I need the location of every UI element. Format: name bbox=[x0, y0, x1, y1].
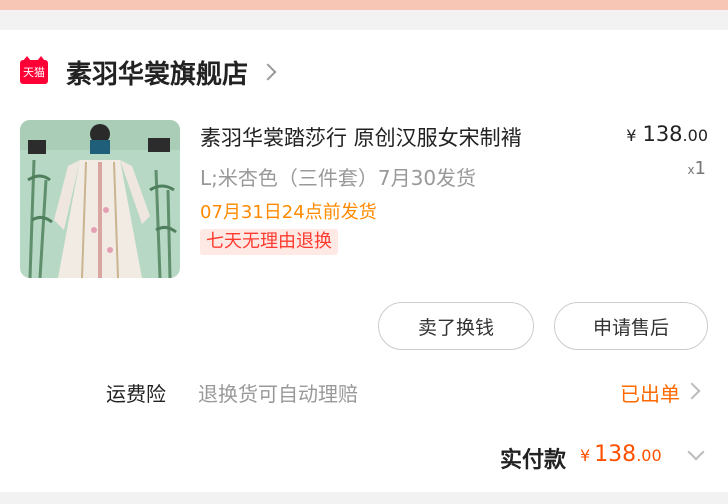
total-payment-row[interactable]: 实付款 ¥138.00 bbox=[0, 438, 728, 478]
total-cents: .00 bbox=[636, 446, 662, 465]
product-title[interactable]: 素羽华裳踏莎行 原创汉服女宋制褙 bbox=[200, 122, 522, 152]
price-main: 138 bbox=[642, 122, 683, 146]
ship-time: 07月31日24点前发货 bbox=[200, 202, 377, 223]
qty-prefix: x bbox=[687, 163, 695, 177]
product-image bbox=[20, 120, 180, 278]
price-currency: ¥ bbox=[626, 126, 637, 145]
product-thumbnail[interactable] bbox=[20, 120, 180, 278]
product-price: ¥138.00 bbox=[626, 122, 708, 146]
sell-for-cash-button[interactable]: 卖了换钱 bbox=[378, 302, 534, 350]
insurance-label: 运费险 bbox=[106, 382, 166, 406]
apply-aftersale-button[interactable]: 申请售后 bbox=[554, 302, 708, 350]
shipping-insurance-row[interactable]: 运费险 退换货可自动理赔 已出单 bbox=[0, 372, 728, 412]
chevron-right-icon[interactable] bbox=[683, 382, 701, 400]
store-header[interactable]: 天猫 素羽华裳旗舰店 bbox=[20, 54, 277, 91]
insurance-status[interactable]: 已出单 bbox=[620, 378, 680, 407]
return-policy-badge: 七天无理由退换 bbox=[200, 229, 338, 255]
bottom-strip bbox=[0, 492, 728, 504]
top-strip bbox=[0, 0, 728, 10]
chevron-down-icon[interactable] bbox=[687, 443, 705, 461]
total-amount: ¥138.00 bbox=[580, 442, 662, 467]
chevron-right-icon[interactable] bbox=[259, 63, 277, 81]
tmall-logo-icon: 天猫 bbox=[20, 56, 48, 84]
price-cents: .00 bbox=[682, 126, 708, 145]
total-main: 138 bbox=[594, 442, 637, 467]
tmall-logo-text: 天猫 bbox=[23, 66, 45, 79]
store-name[interactable]: 素羽华裳旗舰店 bbox=[66, 54, 248, 91]
total-currency: ¥ bbox=[580, 446, 591, 465]
product-quantity: x1 bbox=[687, 158, 706, 179]
insurance-description: 退换货可自动理赔 bbox=[198, 382, 358, 406]
total-label: 实付款 bbox=[500, 448, 567, 473]
qty-value: 1 bbox=[694, 158, 706, 179]
product-spec: L;米杏色（三件套）7月30发货 bbox=[200, 166, 477, 190]
order-card: 天猫 素羽华裳旗舰店 素羽华裳踏莎行 原创汉服女宋制褙 ¥138.00 x1 L… bbox=[0, 30, 728, 492]
